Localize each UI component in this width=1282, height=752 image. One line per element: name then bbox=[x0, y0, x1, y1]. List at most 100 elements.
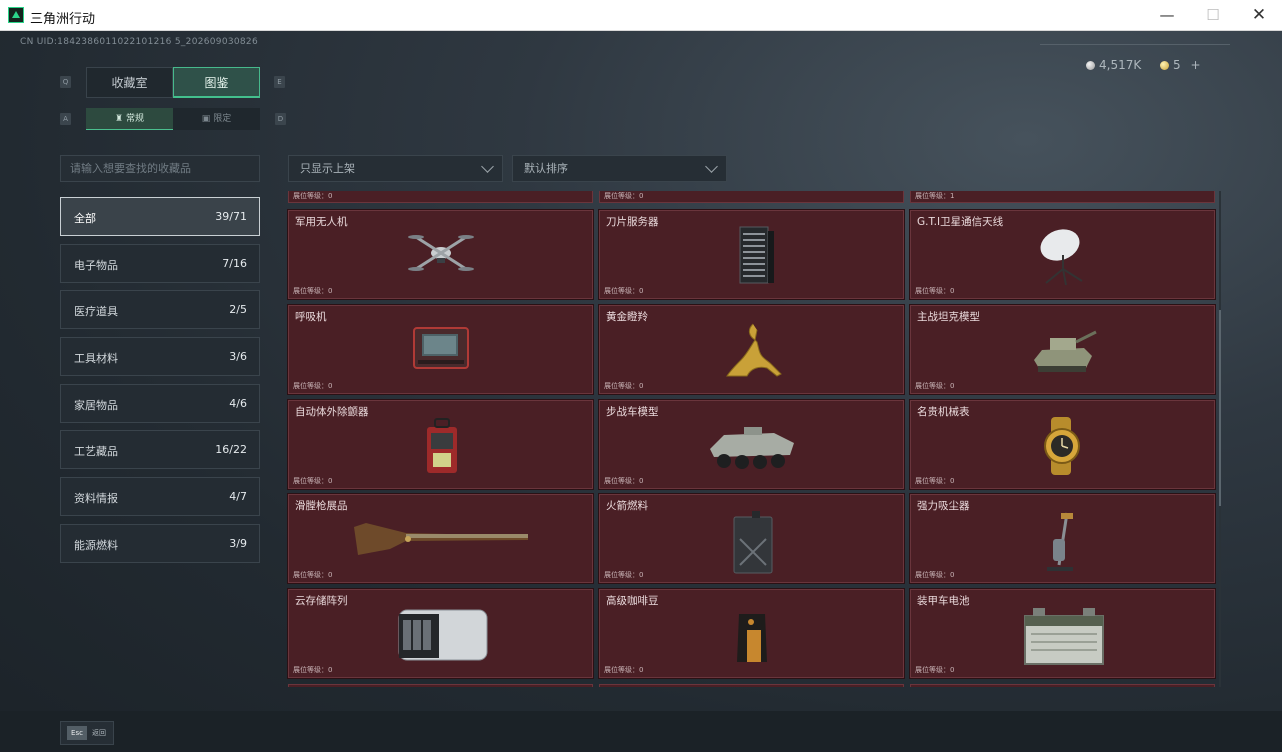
card-level: 展位等级：0 bbox=[604, 382, 644, 390]
shelf-filter-value: 只显示上架 bbox=[300, 162, 355, 175]
item-card[interactable]: 步战车模型 展位等级：0 bbox=[598, 399, 905, 490]
gold-coin-icon bbox=[1160, 61, 1169, 70]
shelf-filter-dropdown[interactable]: 只显示上架 bbox=[288, 155, 503, 182]
subtab-limited[interactable]: ▣ 限定 bbox=[173, 108, 260, 130]
bottom-bar bbox=[0, 711, 1282, 752]
key-hint-a: A bbox=[60, 113, 71, 125]
card-name: 步战车模型 bbox=[606, 406, 659, 418]
category-medical[interactable]: 医疗道具 2/5 bbox=[60, 290, 260, 329]
window-title: 三角洲行动 bbox=[30, 12, 96, 27]
item-card[interactable]: 强力吸尘器 展位等级：0 bbox=[909, 493, 1216, 584]
scrollbar-thumb[interactable] bbox=[1219, 310, 1221, 506]
card-level: 展位等级：0 bbox=[293, 666, 333, 674]
card-name: 强力吸尘器 bbox=[917, 500, 970, 512]
close-button[interactable]: ✕ bbox=[1236, 0, 1282, 31]
tank-model-icon bbox=[1033, 330, 1097, 372]
key-hint-q: Q bbox=[60, 76, 71, 88]
item-card[interactable]: G.T.I卫星通信天线 展位等级：0 bbox=[909, 209, 1216, 300]
card-name: 火箭燃料 bbox=[606, 500, 648, 512]
card-name: G.T.I卫星通信天线 bbox=[917, 216, 1004, 228]
category-intel[interactable]: 资料情报 4/7 bbox=[60, 477, 260, 516]
battery-icon bbox=[1023, 608, 1104, 665]
category-count: 7/16 bbox=[222, 257, 247, 270]
defibrillator-icon bbox=[426, 418, 457, 473]
card-level: 展位等级：0 bbox=[293, 382, 333, 390]
item-card-partial[interactable]: 展位等级：0 bbox=[599, 191, 904, 203]
silver-currency: 4,517K bbox=[1086, 58, 1141, 76]
item-card[interactable]: 火箭燃料 展位等级：0 bbox=[598, 493, 905, 584]
card-level: 展位等级：0 bbox=[293, 287, 333, 295]
item-card[interactable]: 滑膛枪展品 展位等级：0 bbox=[287, 493, 594, 584]
player-uid: CN UID:1842386011022101216 5_20260903082… bbox=[20, 37, 258, 47]
card-name: 刀片服务器 bbox=[606, 216, 659, 228]
category-label: 电子物品 bbox=[74, 259, 118, 272]
item-card[interactable]: 云存储阵列 展位等级：0 bbox=[287, 588, 594, 679]
card-level: 展位等级：0 bbox=[915, 287, 955, 295]
card-level: 展位等级：1 bbox=[915, 192, 955, 200]
vacuum-cleaner-icon bbox=[1046, 512, 1073, 571]
card-level: 展位等级：0 bbox=[604, 571, 644, 579]
item-card[interactable]: 装甲车电池 展位等级：0 bbox=[909, 588, 1216, 679]
category-crafts[interactable]: 工艺藏品 16/22 bbox=[60, 430, 260, 469]
subtab-regular[interactable]: ♜ 常规 bbox=[86, 108, 173, 130]
back-button[interactable]: Esc 返回 bbox=[60, 721, 114, 745]
ventilator-icon bbox=[412, 327, 469, 369]
limited-icon: ▣ bbox=[201, 114, 211, 124]
collection-grid[interactable]: 展位等级：0 展位等级：0 展位等级：1 军用无人机 展位等级：0 刀片服务器 … bbox=[286, 191, 1216, 687]
chevron-down-icon bbox=[481, 160, 494, 173]
category-label: 资料情报 bbox=[74, 492, 118, 505]
tab-catalog[interactable]: 图鉴 bbox=[173, 67, 260, 98]
musket-icon bbox=[353, 523, 528, 555]
item-card[interactable]: 刀片服务器 展位等级：0 bbox=[598, 209, 905, 300]
category-label: 工艺藏品 bbox=[74, 445, 118, 458]
drone-icon bbox=[407, 235, 474, 271]
category-label: 能源燃料 bbox=[74, 539, 118, 552]
golden-gazelle-icon bbox=[725, 323, 782, 377]
sort-dropdown[interactable]: 默认排序 bbox=[512, 155, 727, 182]
item-card-partial[interactable]: 展位等级：0 bbox=[288, 191, 593, 203]
item-card[interactable]: 主战坦克模型 展位等级：0 bbox=[909, 304, 1216, 395]
add-currency-button[interactable]: + bbox=[1190, 58, 1200, 72]
item-card[interactable]: 黄金瞪羚 展位等级：0 bbox=[598, 304, 905, 395]
minimize-button[interactable]: — bbox=[1144, 0, 1190, 31]
category-label: 全部 bbox=[74, 212, 96, 225]
category-count: 4/7 bbox=[229, 490, 247, 503]
item-card-partial[interactable] bbox=[910, 684, 1215, 687]
item-card-partial[interactable]: 展位等级：1 bbox=[910, 191, 1215, 203]
card-level: 展位等级：0 bbox=[293, 571, 333, 579]
silver-amount: 4,517K bbox=[1099, 58, 1142, 72]
tab-collection-room[interactable]: 收藏室 bbox=[86, 67, 173, 98]
fuel-canister-icon bbox=[733, 511, 772, 574]
key-hint-d: D bbox=[275, 113, 286, 125]
search-input[interactable]: 请输入想要查找的收藏品 bbox=[60, 155, 260, 182]
category-count: 3/9 bbox=[229, 537, 247, 550]
ifv-model-icon bbox=[709, 427, 794, 469]
category-count: 2/5 bbox=[229, 303, 247, 316]
item-card[interactable]: 高级咖啡豆 展位等级：0 bbox=[598, 588, 905, 679]
card-name: 装甲车电池 bbox=[917, 595, 970, 607]
category-tools[interactable]: 工具材料 3/6 bbox=[60, 337, 260, 376]
card-name: 名贵机械表 bbox=[917, 406, 970, 418]
item-card[interactable]: 军用无人机 展位等级：0 bbox=[287, 209, 594, 300]
gold-amount: 5 bbox=[1173, 58, 1181, 72]
item-card[interactable]: 呼吸机 展位等级：0 bbox=[287, 304, 594, 395]
card-name: 自动体外除颤器 bbox=[295, 406, 369, 418]
category-electronics[interactable]: 电子物品 7/16 bbox=[60, 244, 260, 283]
item-card[interactable]: 自动体外除颤器 展位等级：0 bbox=[287, 399, 594, 490]
sort-value: 默认排序 bbox=[524, 162, 568, 175]
item-card[interactable]: 名贵机械表 展位等级：0 bbox=[909, 399, 1216, 490]
category-all[interactable]: 全部 39/71 bbox=[60, 197, 260, 236]
card-level: 展位等级：0 bbox=[293, 477, 333, 485]
item-card-partial[interactable] bbox=[288, 684, 593, 687]
card-name: 主战坦克模型 bbox=[917, 311, 980, 323]
maximize-button[interactable]: ☐ bbox=[1190, 0, 1236, 31]
gold-currency[interactable]: 5 + bbox=[1160, 58, 1201, 76]
category-label: 家居物品 bbox=[74, 399, 118, 412]
card-level: 展位等级：0 bbox=[604, 287, 644, 295]
category-energy[interactable]: 能源燃料 3/9 bbox=[60, 524, 260, 563]
coffee-bag-icon bbox=[736, 614, 767, 662]
item-card-partial[interactable] bbox=[599, 684, 904, 687]
category-household[interactable]: 家居物品 4/6 bbox=[60, 384, 260, 423]
regular-icon: ♜ bbox=[115, 114, 124, 124]
category-label: 工具材料 bbox=[74, 352, 118, 365]
